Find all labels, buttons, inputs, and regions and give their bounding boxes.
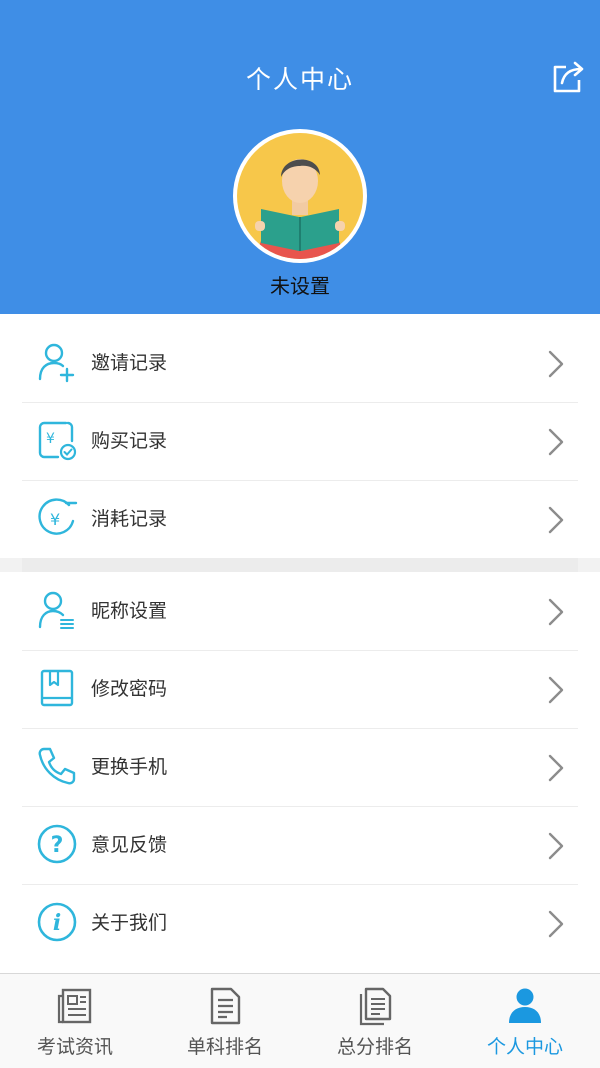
tab-label: 总分排名 (336, 1036, 413, 1058)
chevron-right-icon (548, 910, 564, 938)
menu-item-label: 邀请记录 (91, 352, 168, 374)
yuan-purchase-icon: ¥ (38, 421, 77, 461)
avatar[interactable] (233, 129, 367, 263)
phone-icon (38, 747, 76, 785)
chevron-right-icon (548, 598, 564, 626)
menu-item-label: 消耗记录 (91, 508, 168, 530)
yuan-consume-icon: ¥ (38, 498, 78, 535)
header-bar: 个人中心 未设置 (0, 0, 600, 314)
menu-item-consume-records[interactable]: ¥ 消耗记录 (22, 480, 578, 558)
tab-total-score-rank[interactable]: 总分排名 (300, 974, 450, 1068)
menu-item-label: 意见反馈 (91, 834, 168, 856)
menu-item-label: 修改密码 (91, 678, 168, 700)
tab-exam-news[interactable]: 考试资讯 (0, 974, 150, 1068)
menu-item-label: 关于我们 (91, 912, 168, 934)
section-divider (22, 558, 578, 572)
svg-text:¥: ¥ (46, 431, 55, 447)
chevron-right-icon (548, 754, 564, 782)
menu-item-feedback[interactable]: ? 意见反馈 (22, 806, 578, 885)
menu-item-purchase-records[interactable]: ¥ 购买记录 (22, 402, 578, 481)
tab-single-subject-rank[interactable]: 单科排名 (150, 974, 300, 1068)
menu-group-records: 邀请记录 ¥ 购买记录 ¥ 消耗记录 (0, 314, 600, 558)
add-user-icon (38, 343, 75, 383)
person-icon (509, 988, 541, 1023)
chevron-right-icon (548, 506, 564, 534)
menu-item-nickname-settings[interactable]: 昵称设置 (22, 572, 578, 651)
tab-label: 单科排名 (186, 1036, 263, 1058)
bottom-tab-bar: 考试资讯 单科排名 总分排名 个人中心 (0, 973, 600, 1068)
question-icon: ? (37, 824, 77, 864)
tab-label: 考试资讯 (36, 1036, 113, 1058)
chevron-right-icon (548, 832, 564, 860)
page-title: 个人中心 (245, 65, 354, 94)
menu-item-label: 更换手机 (91, 756, 168, 778)
menu-item-about-us[interactable]: i 关于我们 (22, 884, 578, 962)
menu-item-label: 昵称设置 (91, 600, 168, 622)
news-icon (57, 988, 92, 1024)
menu-group-settings: 昵称设置 修改密码 更换手机 ? 意见反馈 i 关于我们 (0, 572, 600, 973)
chevron-right-icon (548, 350, 564, 378)
tab-personal-center[interactable]: 个人中心 (450, 974, 600, 1068)
user-edit-icon (38, 591, 74, 629)
chevron-right-icon (548, 676, 564, 704)
documents-icon (359, 987, 392, 1026)
book-lock-icon (40, 669, 74, 707)
svg-text:¥: ¥ (50, 510, 60, 529)
svg-text:?: ? (51, 833, 64, 858)
info-icon: i (37, 902, 77, 942)
menu-item-change-password[interactable]: 修改密码 (22, 650, 578, 729)
nickname-label: 未设置 (270, 274, 330, 298)
menu-item-invite-records[interactable]: 邀请记录 (22, 324, 578, 403)
menu-item-label: 购买记录 (91, 430, 168, 452)
chevron-right-icon (548, 428, 564, 456)
svg-text:i: i (53, 910, 61, 936)
tab-label: 个人中心 (486, 1036, 563, 1058)
document-icon (210, 987, 241, 1025)
share-icon[interactable] (548, 58, 588, 98)
menu-item-change-phone[interactable]: 更换手机 (22, 728, 578, 807)
